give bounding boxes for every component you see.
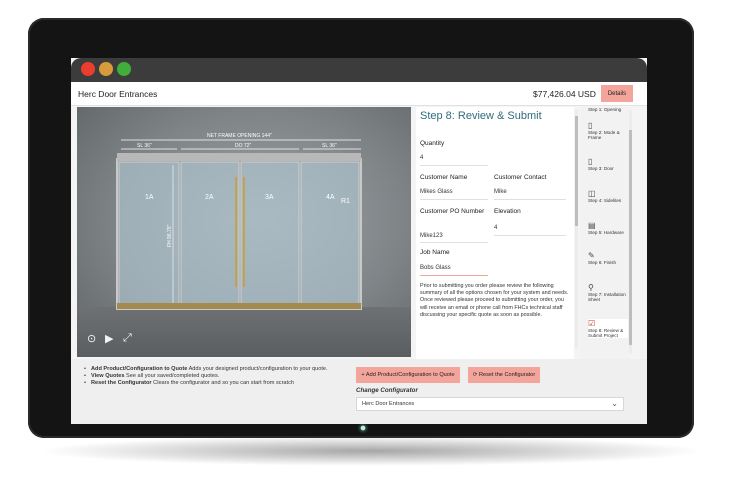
steps-sidebar: Step 1: Opening ▯ Step 2: Mode & Frame ▯… [580,107,630,359]
review-description: Prior to submitting you order please rev… [420,283,569,318]
window-titlebar [71,58,647,82]
play-icon[interactable]: ▶ [105,332,113,345]
door-handle-right [243,177,245,287]
po-field[interactable]: Mike123 [420,233,443,239]
customer-contact-label: Customer Contact [494,174,547,181]
panel-2a [180,161,240,308]
app-window: Herc Door Entrances $77,426.04 USD Detai… [71,58,647,424]
po-underline [420,242,488,243]
help-item-title: View Quotes [91,373,125,380]
help-item-reset: Reset the Configurator Clears the config… [84,380,344,387]
quantity-underline [420,165,488,166]
review-icon: ☑ [588,319,596,328]
help-item-text: Adds your designed product/configuration… [187,366,328,372]
customer-name-field[interactable]: Mikes Glass [420,189,453,195]
reset-configurator-button[interactable]: ⟳ Reset the Configurator [468,367,540,383]
panel-label-2a: 2A [205,194,214,201]
add-to-quote-button[interactable]: + Add Product/Configuration to Quote [356,367,460,383]
job-name-underline [420,275,488,276]
step-label: Step 2: Mode & Frame [588,130,620,141]
review-form: Step 8: Review & Submit Quantity 4 Custo… [416,107,574,359]
elevation-underline [494,235,566,236]
bottom-rail [117,303,361,309]
panel-label-3a: 3A [265,194,274,201]
help-item-title: Add Product/Configuration to Quote [91,366,188,372]
panel-label-r1: R1 [341,198,350,205]
step-item-installation[interactable]: ⚲ Step 7: Installation Sheet [588,283,628,302]
frame-icon: ▯ [588,121,593,130]
door-render: NET FRAME OPENING 144" SL 36" DO 72" SL … [116,133,362,310]
customer-contact-underline [494,199,566,200]
change-configurator-label: Change Configurator [356,387,418,394]
height-dimension-label: FH 96.75" [167,224,173,247]
customer-contact-field[interactable]: Mike [494,189,507,195]
form-scrollbar-thumb[interactable] [575,116,578,226]
step-item-hardware[interactable]: ▤ Step 5: Hardware [588,221,628,235]
minimize-window-button[interactable] [99,62,113,76]
help-item-text: See all your saved/completed quotes. [124,373,220,380]
fullscreen-icon[interactable]: ⤢ [123,332,132,345]
elevation-field[interactable]: 4 [494,225,497,231]
step-label: Step 6: Finish [588,260,617,265]
center-dimension-label: DO 72" [235,143,251,149]
step-label: Step 1: Opening [588,107,622,112]
step-label: Step 5: Hardware [588,230,624,235]
quantity-label: Quantity [420,140,445,147]
door-header-bar [117,153,361,161]
hardware-icon: ▤ [588,221,596,230]
step-item-mode-frame[interactable]: ▯ Step 2: Mode & Frame [588,121,628,140]
panel-label-1a: 1A [145,194,154,201]
bottom-panel: Add Product/Configuration to Quote Adds … [71,359,647,424]
installation-icon: ⚲ [588,283,594,292]
steps-scrollbar-thumb[interactable] [629,130,632,345]
help-list: Add Product/Configuration to Quote Adds … [84,366,344,388]
chevron-down-icon: ⌄ [611,399,618,408]
help-item-title: Reset the Configurator [91,380,152,387]
screen-mockup: Herc Door Entrances $77,426.04 USD Detai… [0,0,732,491]
quantity-field[interactable]: 4 [420,155,423,161]
app-header: Herc Door Entrances $77,426.04 USD Detai… [71,82,647,106]
po-label: Customer PO Number [420,208,485,215]
step-label: Step 8: Review & Submit Project [588,328,624,339]
customer-name-label: Customer Name [420,174,468,181]
panel-label-4a: 4A [326,194,335,201]
form-scrollbar[interactable] [575,110,578,348]
job-name-field[interactable]: Bobs Glass [420,265,451,271]
step-item-finish[interactable]: ✎ Step 6: Finish [588,251,628,265]
door-handle-left [235,177,237,287]
step-title: Step 8: Review & Submit [420,110,542,122]
help-item-add: Add Product/Configuration to Quote Adds … [84,366,344,373]
step-label: Step 7: Installation Sheet [588,292,626,303]
ar-icon[interactable]: ⊙ [87,332,96,345]
step-item-review[interactable]: ☑ Step 8: Review & Submit Project [588,319,628,339]
customer-name-underline [420,199,488,200]
configurator-select-value: Herc Door Entrances [362,401,415,407]
help-item-text: Clears the configurator and so you can s… [151,380,295,387]
left-dimension-label: SL 36" [137,143,152,149]
help-item-view-quotes: View Quotes See all your saved/completed… [84,373,344,380]
panel-4a [300,161,360,308]
job-name-label: Job Name [420,249,450,256]
elevation-label: Elevation [494,208,521,215]
net-frame-label: NET FRAME OPENING 144" [207,133,272,139]
step-item-opening[interactable]: Step 1: Opening [588,107,628,112]
step-label: Step 4: Sidelites [588,198,622,203]
finish-icon: ✎ [588,251,595,260]
details-button[interactable]: Details [601,85,633,102]
configurator-select[interactable]: Herc Door Entrances ⌄ [356,397,624,411]
panel-3a [240,161,300,308]
step-item-door[interactable]: ▯ Step 3: Door [588,157,628,171]
step-item-sidelites[interactable]: ◫ Step 4: Sidelites [588,189,628,203]
product-3d-viewer[interactable]: NET FRAME OPENING 144" SL 36" DO 72" SL … [77,107,411,357]
total-price: $77,426.04 USD [533,89,596,99]
maximize-window-button[interactable] [117,62,131,76]
sidelite-icon: ◫ [588,189,596,198]
door-icon: ▯ [588,157,593,166]
steps-scrollbar[interactable] [629,110,632,354]
close-window-button[interactable] [81,62,95,76]
right-dimension-label: SL 36" [322,143,337,149]
step-label: Step 3: Door [588,166,614,171]
monitor-shadow [36,436,706,466]
app-title: Herc Door Entrances [78,89,158,99]
